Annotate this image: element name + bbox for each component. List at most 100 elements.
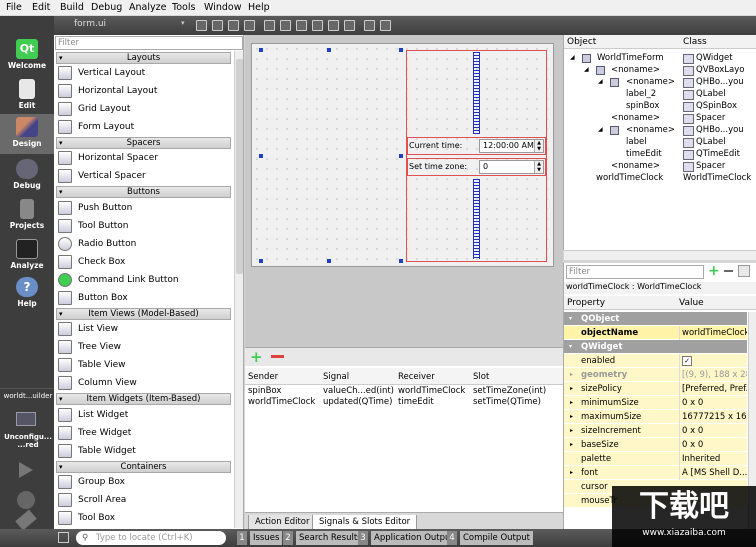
tree-row[interactable]: label_2 QLabel (564, 88, 749, 100)
selection-handle[interactable] (259, 259, 263, 263)
selection-handle[interactable] (399, 48, 403, 52)
chevron-down-icon[interactable]: ▾ (181, 19, 185, 27)
cell-slot[interactable]: setTime(QTime) (473, 397, 541, 407)
connection-row[interactable]: spinBox valueCh...ed(int) worldTimeClock… (245, 386, 563, 397)
menu-tools[interactable]: Tools (172, 2, 195, 13)
property-row-basesize[interactable]: ▸ baseSize 0 x 0 (564, 438, 747, 452)
menu-edit[interactable]: Edit (32, 2, 50, 13)
category-buttons[interactable]: Buttons (56, 186, 231, 198)
add-connection-icon[interactable]: + (250, 348, 263, 366)
expand-arrow-icon[interactable]: ▸ (570, 424, 573, 438)
column-header-slot[interactable]: Slot (473, 372, 489, 382)
column-header-sender[interactable]: Sender (248, 372, 278, 382)
category-item-views[interactable]: Item Views (Model-Based) (56, 308, 231, 320)
selection-handle[interactable] (399, 154, 403, 158)
toggle-sidebar-icon[interactable] (58, 532, 69, 543)
output-tab-search-results[interactable]: 2 Search Results (283, 531, 365, 545)
selection-handle[interactable] (399, 259, 403, 263)
checkbox-checked-icon[interactable]: ✓ (682, 356, 692, 366)
property-value[interactable]: ✓ (679, 354, 747, 368)
debug-run-icon[interactable] (17, 491, 35, 509)
column-header-signal[interactable]: Signal (323, 372, 349, 382)
widget-filter-input[interactable]: Filter (55, 36, 243, 50)
time-edit[interactable]: 12:00:00 AM ▲ ▼ (479, 139, 544, 153)
break-layout-icon[interactable] (364, 20, 375, 31)
column-header-property[interactable]: Property (567, 298, 605, 308)
tree-row[interactable]: ◢ WorldTimeForm QWidget (564, 52, 749, 64)
edit-buddies-icon[interactable] (228, 20, 239, 31)
selection-handle[interactable] (259, 48, 263, 52)
widget-scroll-area[interactable]: Scroll Area (56, 491, 231, 509)
property-row-font[interactable]: ▸ font A [MS Shell D... (564, 466, 747, 480)
layout-vsplitter-icon[interactable] (312, 20, 323, 31)
mode-analyze[interactable]: Analyze (0, 236, 54, 274)
selection-handle[interactable] (327, 48, 331, 52)
mode-welcome[interactable]: Qt Welcome (0, 36, 54, 74)
vertical-spacer-top[interactable] (473, 52, 480, 134)
tree-row[interactable]: label QLabel (564, 136, 749, 148)
expand-arrow-icon[interactable]: ◢ (598, 76, 603, 88)
add-dynamic-property-icon[interactable]: + (708, 263, 720, 279)
cell-signal[interactable]: updated(QTime) (323, 397, 392, 407)
layout-hsplitter-icon[interactable] (296, 20, 307, 31)
property-row-maximumsize[interactable]: ▸ maximumSize 16777215 x 1677... (564, 410, 747, 424)
cell-sender[interactable]: spinBox (248, 386, 281, 396)
output-tab-application-output[interactable]: 3 Application Output (358, 531, 457, 545)
widget-grid-layout[interactable]: Grid Layout (56, 100, 231, 118)
tree-row[interactable]: ◢ <noname> QHBo...you (564, 124, 749, 136)
widget-radio-button[interactable]: Radio Button (56, 235, 231, 253)
edit-widgets-icon[interactable] (196, 20, 207, 31)
column-header-receiver[interactable]: Receiver (398, 372, 435, 382)
tree-row[interactable]: <noname> Spacer (564, 112, 749, 124)
mode-debug[interactable]: Debug (0, 156, 54, 194)
tree-row[interactable]: ◢ <noname> QHBo...you (564, 76, 749, 88)
connection-row[interactable]: worldTimeClock updated(QTime) timeEdit s… (245, 397, 563, 408)
cell-receiver[interactable]: timeEdit (398, 397, 434, 407)
cell-signal[interactable]: valueCh...ed(int) (323, 386, 394, 396)
edit-signals-slots-icon[interactable] (212, 20, 223, 31)
category-containers[interactable]: Containers (56, 461, 231, 473)
mode-projects[interactable]: Projects (0, 196, 54, 234)
property-group-qobject[interactable]: ▾ QObject (564, 312, 747, 326)
object-inspector-hscrollbar[interactable] (564, 250, 756, 260)
vertical-spacer-bottom[interactable] (473, 179, 480, 259)
expand-arrow-icon[interactable]: ◢ (598, 124, 603, 136)
menu-build[interactable]: Build (60, 2, 84, 13)
remove-connection-icon[interactable] (271, 355, 284, 358)
expand-arrow-icon[interactable]: ▸ (570, 466, 573, 480)
widget-vertical-spacer[interactable]: Vertical Spacer (56, 167, 231, 185)
tree-row[interactable]: timeEdit QTimeEdit (564, 148, 749, 160)
widget-button-box[interactable]: Button Box (56, 289, 231, 307)
widget-horizontal-layout[interactable]: Horizontal Layout (56, 82, 231, 100)
locator-input[interactable]: ⚲ Type to locate (Ctrl+K) (76, 531, 226, 545)
expand-arrow-icon[interactable]: ◢ (570, 52, 575, 64)
widget-table-widget[interactable]: Table Widget (56, 442, 231, 460)
property-value[interactable]: 0 x 0 (679, 438, 747, 452)
tree-row[interactable]: worldTimeClock WorldTimeClock (564, 172, 751, 184)
widget-group-box[interactable]: Group Box (56, 473, 231, 491)
selection-handle[interactable] (327, 259, 331, 263)
spin-arrows-icon[interactable]: ▲ ▼ (534, 161, 543, 173)
menu-debug[interactable]: Debug (91, 2, 122, 13)
menu-analyze[interactable]: Analyze (129, 2, 166, 13)
expand-arrow-icon[interactable]: ▸ (570, 368, 573, 382)
output-tab-compile-output[interactable]: 4 Compile Output (447, 531, 533, 545)
column-header-object[interactable]: Object (567, 37, 596, 47)
widget-tool-button[interactable]: Tool Button (56, 217, 231, 235)
property-value[interactable]: Inherited (679, 452, 747, 466)
tree-row[interactable]: ◢ <noname> QVBoxLayo (564, 64, 749, 76)
form-canvas[interactable]: Current time: 12:00:00 AM ▲ ▼ Set time zo… (251, 43, 554, 267)
property-row-palette[interactable]: palette Inherited (564, 452, 747, 466)
scrollbar-thumb[interactable] (236, 59, 243, 274)
widget-command-link-button[interactable]: Command Link Button (56, 271, 231, 289)
property-value[interactable]: [(9, 9), 188 x 282] (679, 368, 747, 382)
kit-project-name[interactable]: worldt...uilder (2, 392, 54, 400)
expand-arrow-icon[interactable]: ▸ (570, 410, 573, 424)
property-value[interactable]: A [MS Shell D... (679, 466, 747, 480)
menu-help[interactable]: Help (248, 2, 270, 13)
widget-tree-widget[interactable]: Tree Widget (56, 424, 231, 442)
cell-receiver[interactable]: worldTimeClock (398, 386, 465, 396)
cell-sender[interactable]: worldTimeClock (248, 397, 315, 407)
property-row-sizeincrement[interactable]: ▸ sizeIncrement 0 x 0 (564, 424, 747, 438)
widget-tool-box[interactable]: Tool Box (56, 509, 231, 527)
